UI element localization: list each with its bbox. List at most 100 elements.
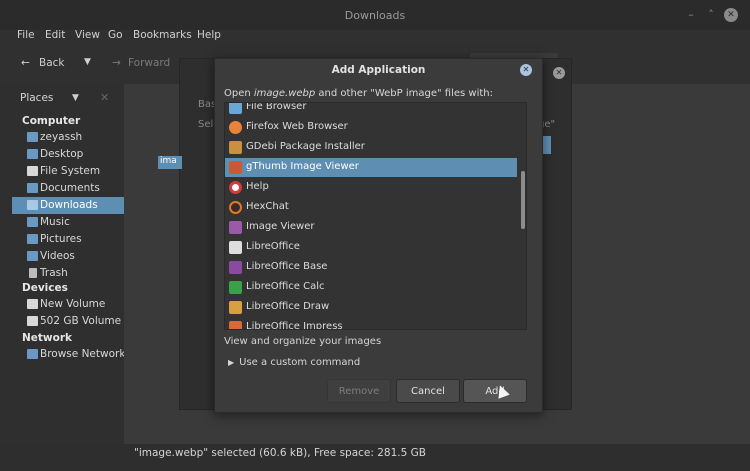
sidebar-item-label: zeyassh xyxy=(40,131,83,143)
back-history-dropdown-icon[interactable]: ▼ xyxy=(84,57,91,67)
title-bar: Downloads – ˄ ✕ xyxy=(0,0,750,30)
sidebar-item-label: Music xyxy=(40,216,70,228)
folder-icon xyxy=(27,200,38,210)
network-icon xyxy=(27,349,38,359)
dialog-title-bar: Add Application ✕ xyxy=(215,59,542,81)
menu-edit[interactable]: Edit xyxy=(45,29,65,41)
app-name: Help xyxy=(246,181,269,192)
application-list[interactable]: File Browser Firefox Web Browser GDebi P… xyxy=(224,102,527,330)
sidebar-item-label: Documents xyxy=(40,182,100,194)
back-button[interactable]: Back xyxy=(39,57,65,69)
libreoffice-impress-icon xyxy=(229,321,242,329)
section-computer: Computer xyxy=(22,115,81,127)
status-text: "image.webp" selected (60.6 kB), Free sp… xyxy=(134,447,426,459)
libreoffice-icon xyxy=(229,241,242,254)
sidebar-item-label: File System xyxy=(40,165,101,177)
folder-icon xyxy=(27,132,38,142)
dialog-close-icon[interactable]: ✕ xyxy=(553,67,565,79)
app-name: LibreOffice Calc xyxy=(246,281,325,292)
menu-help[interactable]: Help xyxy=(197,29,221,41)
sidebar-item-label: Browse Network xyxy=(40,348,126,360)
list-item-help[interactable]: Help xyxy=(225,178,517,197)
sidebar-item-502gb-volume[interactable]: 502 GB Volume xyxy=(12,313,124,330)
sidebar-close-icon[interactable]: ✕ xyxy=(100,91,109,104)
list-item-gdebi[interactable]: GDebi Package Installer xyxy=(225,138,517,157)
folder-icon xyxy=(27,217,38,227)
sidebar-item-label: Trash xyxy=(40,267,68,279)
app-name: gThumb Image Viewer xyxy=(246,161,359,172)
dialog-title: Add Application xyxy=(331,64,426,76)
app-name: Image Viewer xyxy=(246,221,315,232)
places-dropdown-icon[interactable]: ▼ xyxy=(72,93,79,103)
close-icon[interactable]: ✕ xyxy=(520,64,532,76)
menu-bookmarks[interactable]: Bookmarks xyxy=(133,29,192,41)
prompt-prefix: Open xyxy=(224,88,254,99)
drive-icon xyxy=(27,299,38,309)
places-label[interactable]: Places xyxy=(20,92,53,104)
sidebar-item-browse-network[interactable]: Browse Network xyxy=(12,346,126,363)
list-item-libreoffice-impress[interactable]: LibreOffice Impress xyxy=(225,318,517,330)
prompt-filename: image.webp xyxy=(253,88,316,99)
add-application-dialog: Add Application ✕ Open image.webp and ot… xyxy=(214,58,543,413)
list-item-firefox[interactable]: Firefox Web Browser xyxy=(225,118,517,137)
menu-file[interactable]: File xyxy=(17,29,35,41)
window-title: Downloads xyxy=(344,9,406,22)
file-icon-label[interactable]: ima xyxy=(158,156,182,169)
app-name: LibreOffice xyxy=(246,241,300,252)
remove-button[interactable]: Remove xyxy=(327,379,391,403)
maximize-icon[interactable]: ˄ xyxy=(704,8,718,22)
forward-arrow-icon: → xyxy=(112,57,121,69)
list-item-libreoffice-calc[interactable]: LibreOffice Calc xyxy=(225,278,517,297)
custom-command-expander[interactable]: ▶ Use a custom command xyxy=(228,357,360,368)
app-name: LibreOffice Base xyxy=(246,261,328,272)
cancel-button[interactable]: Cancel xyxy=(396,379,460,403)
sidebar-item-music[interactable]: Music xyxy=(12,214,124,231)
sidebar-item-new-volume[interactable]: New Volume xyxy=(12,296,124,313)
sidebar-item-documents[interactable]: Documents xyxy=(12,180,124,197)
sidebar-item-file-system[interactable]: File System xyxy=(12,163,124,180)
list-scrollbar[interactable] xyxy=(519,103,526,329)
open-with-prompt: Open image.webp and other "WebP image" f… xyxy=(224,88,493,99)
menu-bar: File Edit View Go Bookmarks Help xyxy=(0,27,750,45)
scrollbar-thumb[interactable] xyxy=(521,171,525,229)
prompt-suffix: and other "WebP image" files with: xyxy=(315,88,493,99)
package-icon xyxy=(229,141,242,154)
list-item-hexchat[interactable]: HexChat xyxy=(225,198,517,217)
custom-command-label: Use a custom command xyxy=(239,357,361,368)
sidebar-item-home[interactable]: zeyassh xyxy=(12,129,124,146)
sidebar-item-downloads[interactable]: Downloads xyxy=(12,197,124,214)
list-item-file-browser[interactable]: File Browser xyxy=(225,102,517,117)
app-name: LibreOffice Impress xyxy=(246,321,343,330)
help-icon xyxy=(229,181,242,194)
sidebar-item-videos[interactable]: Videos xyxy=(12,248,124,265)
app-name: Firefox Web Browser xyxy=(246,121,348,132)
forward-button[interactable]: Forward xyxy=(128,57,170,69)
firefox-icon xyxy=(229,121,242,134)
list-item-libreoffice-draw[interactable]: LibreOffice Draw xyxy=(225,298,517,317)
image-viewer-icon xyxy=(229,221,242,234)
folder-icon xyxy=(27,183,38,193)
folder-icon xyxy=(27,149,38,159)
sidebar-item-pictures[interactable]: Pictures xyxy=(12,231,124,248)
list-item-libreoffice[interactable]: LibreOffice xyxy=(225,238,517,257)
menu-go[interactable]: Go xyxy=(108,29,123,41)
gthumb-icon xyxy=(229,161,242,174)
sidebar-item-label: Desktop xyxy=(40,148,84,160)
libreoffice-base-icon xyxy=(229,261,242,274)
list-item-gthumb[interactable]: gThumb Image Viewer xyxy=(225,158,517,177)
list-item-image-viewer[interactable]: Image Viewer xyxy=(225,218,517,237)
drive-icon xyxy=(27,316,38,326)
sidebar-item-desktop[interactable]: Desktop xyxy=(12,146,124,163)
menu-view[interactable]: View xyxy=(75,29,100,41)
sidebar-item-label: New Volume xyxy=(40,298,106,310)
back-arrow-icon: ← xyxy=(21,57,30,69)
drive-icon xyxy=(27,166,38,176)
minimize-icon[interactable]: – xyxy=(684,8,698,22)
section-devices: Devices xyxy=(22,282,68,294)
app-name: File Browser xyxy=(246,102,307,112)
close-icon[interactable]: ✕ xyxy=(724,8,738,22)
expander-arrow-icon: ▶ xyxy=(228,358,235,367)
folder-icon xyxy=(27,251,38,261)
sidebar-item-trash[interactable]: Trash xyxy=(12,265,124,282)
list-item-libreoffice-base[interactable]: LibreOffice Base xyxy=(225,258,517,277)
